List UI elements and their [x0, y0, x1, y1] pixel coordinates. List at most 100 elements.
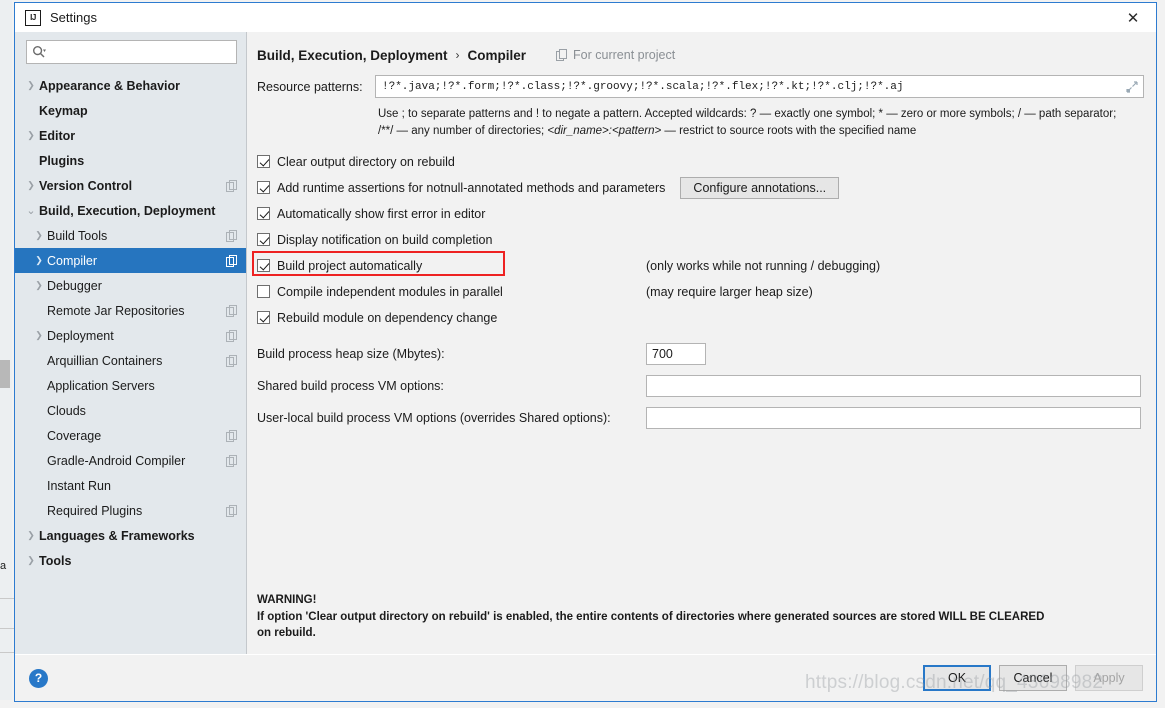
sidebar-item-gradle-android-compiler[interactable]: ❯Gradle-Android Compiler [15, 448, 246, 473]
sidebar-item-appearance-behavior[interactable]: ❯ Appearance & Behavior [15, 73, 246, 98]
sidebar-item-label: Appearance & Behavior [39, 78, 181, 93]
checkbox-row-rebuild-module-on-dependency: Rebuild module on dependency change [257, 307, 1144, 329]
chevron-right-icon[interactable]: ❯ [31, 230, 47, 241]
sidebar-item-label: Application Servers [47, 378, 155, 393]
checkbox-label[interactable]: Add runtime assertions for notnull-annot… [277, 181, 665, 195]
background-divider [0, 652, 14, 653]
checkbox-note: (only works while not running / debuggin… [646, 258, 881, 273]
settings-dialog: IJ Settings ✕ ❯Appearance & Behavior❯Key… [14, 2, 1157, 702]
sidebar-item-arquillian-containers[interactable]: ❯Arquillian Containers [15, 348, 246, 373]
chevron-right-icon[interactable]: ❯ [23, 530, 39, 541]
chevron-right-icon[interactable]: ❯ [23, 130, 39, 141]
checkbox-automatically-show-first-error[interactable] [257, 207, 270, 220]
breadcrumb: Build, Execution, Deployment › Compiler … [257, 44, 1144, 66]
chevron-right-icon[interactable]: ❯ [23, 180, 39, 191]
chevron-right-icon[interactable]: ❯ [23, 555, 39, 566]
chevron-down-icon[interactable]: ⌄ [23, 205, 39, 216]
checkbox-row-add-runtime-assertions-for: Add runtime assertions for notnull-annot… [257, 176, 1144, 199]
sidebar-item-label: Clouds [47, 403, 86, 418]
copy-scope-icon [226, 304, 237, 317]
userlocal-vm-options-row: User-local build process VM options (ove… [257, 406, 1144, 429]
chevron-right-icon[interactable]: ❯ [31, 330, 47, 341]
sidebar-item-deployment[interactable]: ❯ Deployment [15, 323, 246, 348]
sidebar-item-tools[interactable]: ❯ Tools [15, 548, 246, 573]
heap-size-input[interactable] [646, 342, 706, 365]
copy-scope-icon [226, 329, 237, 342]
shared-vm-options-input[interactable] [646, 374, 1141, 397]
checkbox-add-runtime-assertions-for[interactable] [257, 181, 270, 194]
search-icon [32, 45, 46, 58]
checkbox-compile-independent-modules-in[interactable] [257, 285, 270, 298]
sidebar-item-label: Gradle-Android Compiler [47, 453, 186, 468]
dialog-body: ❯Appearance & Behavior❯Keymap❯Editor❯Plu… [15, 32, 1156, 654]
sidebar-item-compiler[interactable]: ❯ Compiler [15, 248, 246, 273]
checkbox-label[interactable]: Display notification on build completion [277, 233, 492, 247]
sidebar-item-build-tools[interactable]: ❯ Build Tools [15, 223, 246, 248]
sidebar-item-application-servers[interactable]: ❯Application Servers [15, 373, 246, 398]
sidebar-item-remote-jar-repositories[interactable]: ❯Remote Jar Repositories [15, 298, 246, 323]
sidebar-item-instant-run[interactable]: ❯Instant Run [15, 473, 246, 498]
hint-line-2: /**/ — any number of directories; <dir_n… [378, 123, 1144, 140]
chevron-right-icon[interactable]: ❯ [23, 80, 39, 91]
close-icon[interactable]: ✕ [1110, 3, 1156, 32]
search-box[interactable] [26, 40, 237, 64]
checkbox-display-notification-on-build[interactable] [257, 233, 270, 246]
checkbox-row-compile-independent-modules-in: Compile independent modules in parallel (… [257, 281, 1144, 303]
sidebar-item-editor[interactable]: ❯ Editor [15, 123, 246, 148]
checkbox-clear-output-directory-on[interactable] [257, 155, 270, 168]
checkbox-label[interactable]: Build project automatically [277, 259, 422, 273]
search-input[interactable] [46, 44, 231, 60]
sidebar-item-label: Debugger [47, 278, 102, 293]
checkbox-label[interactable]: Clear output directory on rebuild [277, 155, 455, 169]
sidebar-item-label: Plugins [39, 153, 85, 168]
chevron-right-icon[interactable]: ❯ [31, 280, 47, 291]
sidebar-item-coverage[interactable]: ❯Coverage [15, 423, 246, 448]
chevron-right-icon[interactable]: ❯ [31, 255, 47, 266]
resource-patterns-field[interactable] [375, 75, 1144, 98]
checkbox-label[interactable]: Automatically show first error in editor [277, 207, 485, 221]
dialog-buttons: OK Cancel Apply [923, 665, 1143, 691]
sidebar-item-label: Tools [39, 553, 72, 568]
sidebar-item-version-control[interactable]: ❯ Version Control [15, 173, 246, 198]
checkbox-rebuild-module-on-dependency[interactable] [257, 311, 270, 324]
sidebar-item-label: Instant Run [47, 478, 111, 493]
sidebar-item-languages-frameworks[interactable]: ❯ Languages & Frameworks [15, 523, 246, 548]
checkbox-note: (may require larger heap size) [646, 284, 813, 299]
sidebar-item-debugger[interactable]: ❯ Debugger [15, 273, 246, 298]
cancel-button[interactable]: Cancel [999, 665, 1067, 691]
sidebar-item-required-plugins[interactable]: ❯Required Plugins [15, 498, 246, 523]
warning-line-1: If option 'Clear output directory on reb… [257, 610, 1045, 623]
shared-vm-options-label: Shared build process VM options: [257, 378, 444, 393]
resource-patterns-hint: Use ; to separate patterns and ! to nega… [378, 106, 1144, 141]
configure-annotations-button[interactable]: Configure annotations... [680, 176, 840, 199]
copy-scope-icon [556, 49, 568, 61]
expand-icon[interactable] [1121, 76, 1143, 97]
hint-line-1: Use ; to separate patterns and ! to nega… [378, 108, 1117, 120]
checkbox-row-build-project-automatically: Build project automatically (only works w… [252, 250, 1144, 277]
help-icon[interactable]: ? [29, 668, 48, 688]
copy-scope-icon [226, 429, 237, 442]
background-edge-char: a [0, 560, 7, 572]
sidebar-item-build-execution-deployment[interactable]: ⌄ Build, Execution, Deployment [15, 198, 246, 223]
ok-button[interactable]: OK [923, 665, 991, 691]
checkbox-build-project-automatically[interactable] [257, 259, 270, 272]
sidebar-item-label: Coverage [47, 428, 102, 443]
userlocal-vm-options-label: User-local build process VM options (ove… [257, 410, 611, 425]
checkbox-label[interactable]: Compile independent modules in parallel [277, 285, 503, 299]
sidebar-item-label: Version Control [39, 178, 133, 193]
breadcrumb-root[interactable]: Build, Execution, Deployment [257, 48, 448, 63]
userlocal-vm-options-input[interactable] [646, 406, 1141, 429]
warning-message: WARNING! If option 'Clear output directo… [257, 592, 1044, 642]
warning-line-2: on rebuild. [257, 627, 316, 640]
breadcrumb-separator: › [455, 48, 460, 62]
hint-line-2-italic: <dir_name>:<pattern> [547, 125, 662, 138]
sidebar-item-plugins[interactable]: ❯Plugins [15, 148, 246, 173]
sidebar-item-keymap[interactable]: ❯Keymap [15, 98, 246, 123]
background-divider [0, 598, 14, 599]
sidebar-item-label: Required Plugins [47, 503, 143, 518]
apply-button: Apply [1075, 665, 1143, 691]
checkbox-label[interactable]: Rebuild module on dependency change [277, 311, 497, 325]
sidebar-item-clouds[interactable]: ❯Clouds [15, 398, 246, 423]
sidebar-item-label: Remote Jar Repositories [47, 303, 185, 318]
resource-patterns-input[interactable] [376, 76, 1121, 97]
